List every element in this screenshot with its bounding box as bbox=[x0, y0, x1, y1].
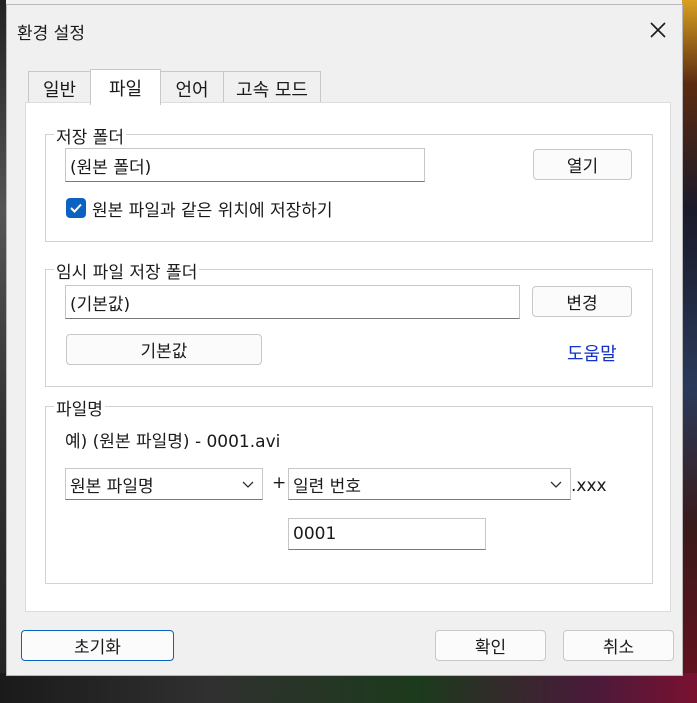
save-folder-path-field[interactable]: (원본 폴더) bbox=[65, 148, 425, 182]
dialog-title: 환경 설정 bbox=[17, 24, 85, 44]
open-button[interactable]: 열기 bbox=[533, 149, 632, 180]
file-name-legend: 파일명 bbox=[54, 395, 105, 420]
background-app-right bbox=[682, 0, 697, 703]
extension-label: .xxx bbox=[571, 476, 607, 496]
help-link[interactable]: 도움말 bbox=[567, 340, 617, 366]
file-name-group: 파일명 예) (원본 파일명) - 0001.avi 원본 파일명 + 일련 번… bbox=[45, 395, 653, 584]
same-location-checkbox[interactable] bbox=[66, 198, 86, 218]
temp-folder-group: 임시 파일 저장 폴더 (기본값) 변경 기본값 도움말 bbox=[45, 258, 653, 387]
change-button[interactable]: 변경 bbox=[532, 286, 632, 317]
temp-folder-path-field[interactable]: (기본값) bbox=[65, 285, 520, 319]
original-name-select[interactable]: 원본 파일명 bbox=[65, 468, 263, 500]
temp-folder-legend: 임시 파일 저장 폴더 bbox=[54, 258, 200, 283]
tab-file[interactable]: 파일 bbox=[90, 69, 161, 105]
reset-button[interactable]: 초기화 bbox=[21, 630, 174, 661]
close-icon bbox=[650, 22, 666, 38]
title-bar: 환경 설정 bbox=[7, 5, 682, 55]
chevron-down-icon bbox=[550, 481, 562, 488]
plus-sign: + bbox=[272, 473, 287, 493]
background-app-bottom bbox=[0, 673, 697, 703]
serial-number-select[interactable]: 일련 번호 bbox=[288, 468, 571, 500]
tab-panel-file: 저장 폴더 (원본 폴더) 열기 원본 파일과 같은 위치에 저장하기 임시 파… bbox=[25, 102, 671, 612]
close-button[interactable] bbox=[638, 13, 678, 47]
save-folder-legend: 저장 폴더 bbox=[54, 123, 126, 148]
default-button[interactable]: 기본값 bbox=[66, 334, 262, 365]
chevron-down-icon bbox=[242, 481, 254, 488]
save-folder-group: 저장 폴더 (원본 폴더) 열기 원본 파일과 같은 위치에 저장하기 bbox=[45, 123, 653, 242]
serial-number-field[interactable]: 0001 bbox=[288, 518, 486, 550]
cancel-button[interactable]: 취소 bbox=[563, 630, 674, 661]
tab-fast-mode[interactable]: 고속 모드 bbox=[223, 71, 321, 105]
check-icon bbox=[70, 203, 82, 213]
settings-dialog: 환경 설정 일반 파일 언어 고속 모드 저장 폴더 (원본 폴더) 열기 원본… bbox=[6, 4, 683, 676]
tab-language[interactable]: 언어 bbox=[160, 71, 224, 105]
ok-button[interactable]: 확인 bbox=[435, 630, 546, 661]
same-location-label[interactable]: 원본 파일과 같은 위치에 저장하기 bbox=[92, 196, 333, 221]
file-name-example: 예) (원본 파일명) - 0001.avi bbox=[65, 432, 281, 452]
tab-general[interactable]: 일반 bbox=[28, 71, 91, 105]
